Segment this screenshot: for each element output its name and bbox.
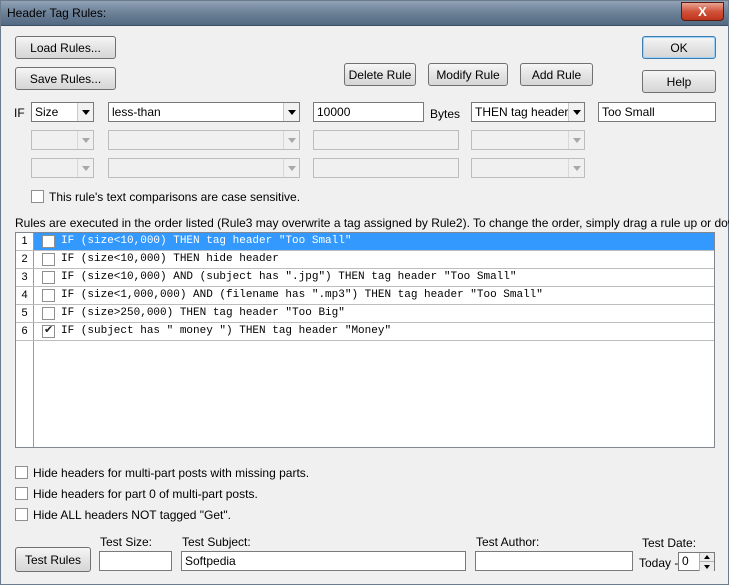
rule-enabled-checkbox[interactable] <box>42 323 55 338</box>
action-select-value: THEN tag header <box>475 105 569 119</box>
field-select-value: Size <box>35 105 59 119</box>
hide-not-tagged-get-checkbox[interactable] <box>15 508 28 521</box>
action-select-2[interactable] <box>471 130 585 150</box>
spin-up-icon[interactable] <box>699 553 714 562</box>
rule-row[interactable]: 3 IF (size<10,000) AND (subject has ".jpg… <box>16 269 714 287</box>
rule-text: IF (size>250,000) THEN tag header "Too B… <box>61 307 345 319</box>
rule-number: 5 <box>16 305 34 322</box>
value-input[interactable]: 10000 <box>313 102 424 122</box>
rule-row[interactable]: 1 IF (size<10,000) THEN tag header "Too S… <box>16 233 714 251</box>
field-select[interactable]: Size <box>31 102 94 122</box>
help-button[interactable]: Help <box>642 70 716 93</box>
value-input-3[interactable] <box>313 158 459 178</box>
ok-button[interactable]: OK <box>642 36 716 59</box>
case-sensitive-label: This rule's text comparisons are case se… <box>49 190 301 204</box>
operator-select-value: less-than <box>112 105 161 119</box>
window-title: Header Tag Rules: <box>7 6 107 20</box>
chevron-down-icon <box>283 131 299 149</box>
test-subject-input[interactable]: Softpedia <box>181 551 466 571</box>
chevron-down-icon[interactable] <box>77 103 93 121</box>
chevron-down-icon <box>283 159 299 177</box>
rule-text: IF (size<10,000) AND (subject has ".jpg"… <box>61 271 517 283</box>
rule-number: 4 <box>16 287 34 304</box>
hide-part-zero-label: Hide headers for part 0 of multi-part po… <box>33 487 258 501</box>
test-author-input[interactable] <box>475 551 633 571</box>
chevron-down-icon[interactable] <box>568 103 584 121</box>
hide-part-zero-checkbox[interactable] <box>15 487 28 500</box>
rule-number: 6 <box>16 323 34 340</box>
operator-select[interactable]: less-than <box>108 102 300 122</box>
hide-missing-parts-checkbox[interactable] <box>15 466 28 479</box>
chevron-down-icon <box>77 159 93 177</box>
chevron-down-icon <box>568 159 584 177</box>
chevron-down-icon <box>568 131 584 149</box>
action-select[interactable]: THEN tag header <box>471 102 585 122</box>
rule-number: 1 <box>16 233 34 250</box>
value-input-2[interactable] <box>313 130 459 150</box>
rule-enabled-checkbox[interactable] <box>42 271 55 284</box>
rule-text: IF (size<1,000,000) AND (filename has ".… <box>61 289 543 301</box>
rule-enabled-checkbox[interactable] <box>42 253 55 266</box>
operator-select-3[interactable] <box>108 158 300 178</box>
test-date-value: 0 <box>682 554 689 568</box>
rule-row[interactable]: 2 IF (size<10,000) THEN hide header <box>16 251 714 269</box>
test-rules-button[interactable]: Test Rules <box>15 547 91 572</box>
field-select-2[interactable] <box>31 130 94 150</box>
test-subject-label: Test Subject: <box>182 535 251 549</box>
rule-row[interactable]: 4 IF (size<1,000,000) AND (filename has "… <box>16 287 714 305</box>
operator-select-2[interactable] <box>108 130 300 150</box>
rule-text: IF (size<10,000) THEN tag header "Too Sm… <box>61 235 352 247</box>
rule-number: 2 <box>16 251 34 268</box>
rules-list[interactable]: 1 IF (size<10,000) THEN tag header "Too S… <box>15 232 715 448</box>
delete-rule-button[interactable]: Delete Rule <box>344 63 416 86</box>
test-size-input[interactable] <box>99 551 172 571</box>
rule-row[interactable]: 6 IF (subject has " money ") THEN tag hea… <box>16 323 714 341</box>
test-date-label: Test Date: <box>642 536 697 550</box>
load-rules-button[interactable]: Load Rules... <box>15 36 116 59</box>
chevron-down-icon[interactable] <box>283 103 299 121</box>
case-sensitive-checkbox[interactable] <box>31 190 44 203</box>
hide-not-tagged-get-label: Hide ALL headers NOT tagged "Get". <box>33 508 231 522</box>
add-rule-button[interactable]: Add Rule <box>520 63 593 86</box>
header-tag-rules-window: Header Tag Rules: X Load Rules... Save R… <box>0 0 729 585</box>
field-select-3[interactable] <box>31 158 94 178</box>
hide-missing-parts-label: Hide headers for multi-part posts with m… <box>33 466 310 480</box>
tag-input[interactable]: Too Small <box>598 102 716 122</box>
chevron-down-icon <box>77 131 93 149</box>
units-label: Bytes <box>430 107 461 121</box>
rule-enabled-checkbox[interactable] <box>42 289 55 302</box>
rule-text: IF (subject has " money ") THEN tag head… <box>61 325 392 337</box>
rule-number: 3 <box>16 269 34 286</box>
save-rules-button[interactable]: Save Rules... <box>15 67 116 90</box>
action-select-3[interactable] <box>471 158 585 178</box>
if-label: IF <box>14 106 25 120</box>
rules-order-info: Rules are executed in the order listed (… <box>15 216 729 230</box>
test-size-label: Test Size: <box>100 535 153 549</box>
rule-enabled-checkbox[interactable] <box>42 307 55 320</box>
test-author-label: Test Author: <box>476 535 540 549</box>
rule-row[interactable]: 5 IF (size>250,000) THEN tag header "Too … <box>16 305 714 323</box>
rule-text: IF (size<10,000) THEN hide header <box>61 253 279 265</box>
test-date-spinner[interactable]: 0 <box>678 552 715 571</box>
rule-enabled-checkbox[interactable] <box>42 235 55 248</box>
spin-down-icon[interactable] <box>699 562 714 571</box>
modify-rule-button[interactable]: Modify Rule <box>428 63 508 86</box>
close-button[interactable]: X <box>681 2 724 21</box>
today-label: Today - <box>639 556 679 570</box>
title-bar[interactable]: Header Tag Rules: X <box>1 1 728 26</box>
